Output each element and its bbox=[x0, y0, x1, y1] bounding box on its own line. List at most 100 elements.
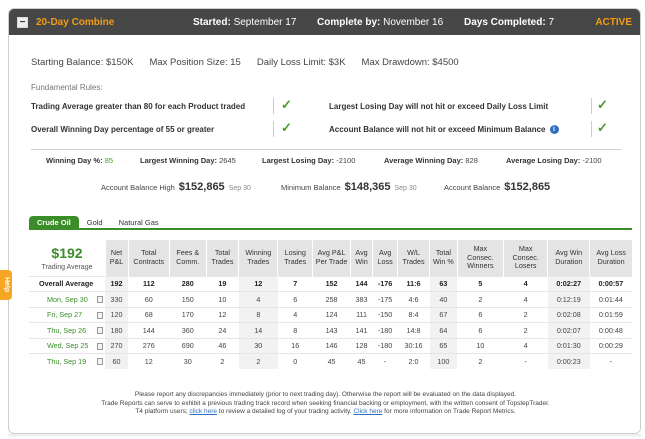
fundamental-rules-label: Fundamental Rules: bbox=[31, 83, 103, 92]
check-icon: ✓ bbox=[281, 97, 292, 112]
table-cell: 111 bbox=[350, 306, 373, 323]
help-tab[interactable]: Help bbox=[0, 270, 12, 300]
column-header: Winning Trades bbox=[238, 240, 278, 276]
table-cell: -150 bbox=[372, 306, 398, 323]
table-cell: 8:4 bbox=[397, 306, 430, 323]
column-header: Net P&L bbox=[104, 240, 129, 276]
column-header: Total Trades bbox=[205, 240, 239, 276]
table-cell: 6 bbox=[457, 322, 504, 338]
row-label: Overall Average bbox=[29, 275, 105, 292]
table-cell: 360 bbox=[169, 322, 206, 338]
table-cell: 64 bbox=[429, 322, 458, 338]
check-icon: ✓ bbox=[281, 120, 292, 135]
table-cell: 7 bbox=[277, 275, 313, 292]
table-cell: 4 bbox=[503, 337, 548, 354]
complete-by-info: Complete by: November 16 bbox=[317, 17, 444, 28]
table-cell: 19 bbox=[206, 275, 239, 292]
table-cell: 67 bbox=[429, 306, 458, 323]
product-tabs: Crude Oil Gold Natural Gas bbox=[29, 216, 632, 230]
table-cell: - bbox=[589, 353, 632, 369]
balance-high: Account Balance High $152,865 Sep 30 bbox=[101, 181, 251, 193]
table-cell: - bbox=[503, 353, 548, 369]
table-cell: 2 bbox=[503, 322, 548, 338]
document-icon[interactable] bbox=[97, 358, 103, 365]
table-cell: 120 bbox=[105, 306, 129, 323]
table-cell: 6 bbox=[457, 306, 504, 323]
table-cell: 12 bbox=[238, 275, 278, 292]
table-cell: 40 bbox=[429, 291, 458, 307]
table-cell: 60 bbox=[128, 291, 170, 307]
table-cell: -180 bbox=[372, 337, 398, 354]
table-cell: 12 bbox=[206, 306, 239, 323]
table-row[interactable]: Mon, Sep 30 330 60 150 10 4 6 258 383 -175 4:6 40 2 4… bbox=[29, 291, 632, 307]
column-header: Total Contracts bbox=[127, 240, 170, 276]
table-cell: 10 bbox=[457, 337, 504, 354]
header-bar: − 20-Day Combine Started: September 17 C… bbox=[9, 9, 640, 35]
header-spacer bbox=[29, 240, 105, 276]
table-cell: 150 bbox=[169, 291, 206, 307]
panel-shadow bbox=[8, 434, 641, 438]
table-cell: 0:02:08 bbox=[547, 306, 590, 323]
table-cell: 12 bbox=[128, 353, 170, 369]
table-cell: 144 bbox=[350, 275, 373, 292]
table-cell: 280 bbox=[169, 275, 206, 292]
overall-average-row: Overall Average 192 112 280 19 12 7 152 144 -176 1… bbox=[29, 275, 632, 292]
tab-crude-oil[interactable]: Crude Oil bbox=[29, 216, 79, 228]
document-icon[interactable] bbox=[97, 296, 103, 303]
section-divider bbox=[31, 149, 621, 150]
rule-largest-losing-day: Largest Losing Day will not hit or excee… bbox=[329, 102, 549, 111]
table-cell: 2 bbox=[238, 353, 278, 369]
table-cell: 192 bbox=[105, 275, 129, 292]
table-cell: -176 bbox=[372, 275, 398, 292]
table-row[interactable]: Wed, Sep 25 270 276 690 46 30 16 146 128 -180 30:1… bbox=[29, 337, 632, 354]
rule-divider bbox=[273, 98, 274, 114]
row-date: Fri, Sep 27 bbox=[29, 306, 105, 323]
table-cell: 45 bbox=[350, 353, 373, 369]
table-cell: 276 bbox=[128, 337, 170, 354]
rule-divider bbox=[273, 121, 274, 137]
column-header: Total Win % bbox=[429, 240, 458, 276]
tab-natural-gas[interactable]: Natural Gas bbox=[111, 216, 167, 228]
table-cell: 4 bbox=[238, 291, 278, 307]
metrics-info-link[interactable]: Click here bbox=[353, 408, 382, 415]
rule-divider bbox=[591, 98, 592, 114]
column-header: Avg Loss Duration bbox=[589, 240, 632, 276]
detailed-log-link[interactable]: click here bbox=[190, 408, 217, 415]
document-icon[interactable] bbox=[97, 311, 103, 319]
table-row[interactable]: Thu, Sep 26 180 144 360 24 14 8 143 141 -180 14:8 6… bbox=[29, 322, 632, 338]
table-cell: 180 bbox=[105, 322, 129, 338]
tab-gold[interactable]: Gold bbox=[79, 216, 111, 228]
table-cell: 4 bbox=[277, 306, 313, 323]
table-row[interactable]: Thu, Sep 19 60 12 30 2 2 0 45 45-2:0 100 2-0:00:23… bbox=[29, 353, 632, 369]
table-cell: 16 bbox=[277, 337, 313, 354]
table-cell: 0:01:44 bbox=[589, 291, 632, 307]
document-icon[interactable] bbox=[97, 327, 103, 334]
table-cell: 146 bbox=[312, 337, 351, 354]
table-row[interactable]: Fri, Sep 27 120 68 170 12 8 4 124 111 -150 8:4 67 6 2… bbox=[29, 306, 632, 323]
account-params: Starting Balance: $150K Max Position Siz… bbox=[31, 57, 459, 68]
table-cell: 2 bbox=[457, 291, 504, 307]
table-cell: 100 bbox=[429, 353, 458, 369]
table-cell: 60 bbox=[105, 353, 129, 369]
table-cell: 170 bbox=[169, 306, 206, 323]
table-cell: 258 bbox=[312, 291, 351, 307]
table-cell: 270 bbox=[105, 337, 129, 354]
document-icon[interactable] bbox=[97, 342, 103, 350]
info-icon[interactable]: i bbox=[549, 125, 559, 135]
daily-metrics-table: Net P&L Total Contracts Fees & Comm. Total … bbox=[29, 240, 632, 369]
table-cell: -180 bbox=[372, 322, 398, 338]
table-cell: 0 bbox=[277, 353, 313, 369]
table-cell: 0:01:30 bbox=[547, 337, 590, 354]
table-cell: 68 bbox=[128, 306, 170, 323]
minus-icon[interactable]: − bbox=[17, 16, 28, 28]
column-header: Losing Trades bbox=[277, 240, 313, 276]
days-completed-info: Days Completed: 7 bbox=[464, 17, 555, 28]
minimum-balance: Minimum Balance $148,365 Sep 30 bbox=[281, 181, 417, 193]
table-cell: 0:01:59 bbox=[589, 306, 632, 323]
table-cell: 46 bbox=[206, 337, 239, 354]
table-cell: 112 bbox=[128, 275, 170, 292]
column-header: Max Consec. Winners bbox=[456, 240, 504, 276]
footer-line: T4 platform users; click here to review … bbox=[135, 408, 516, 415]
table-cell: 0:00:23 bbox=[547, 353, 590, 369]
table-cell: 0:02:27 bbox=[547, 275, 590, 292]
